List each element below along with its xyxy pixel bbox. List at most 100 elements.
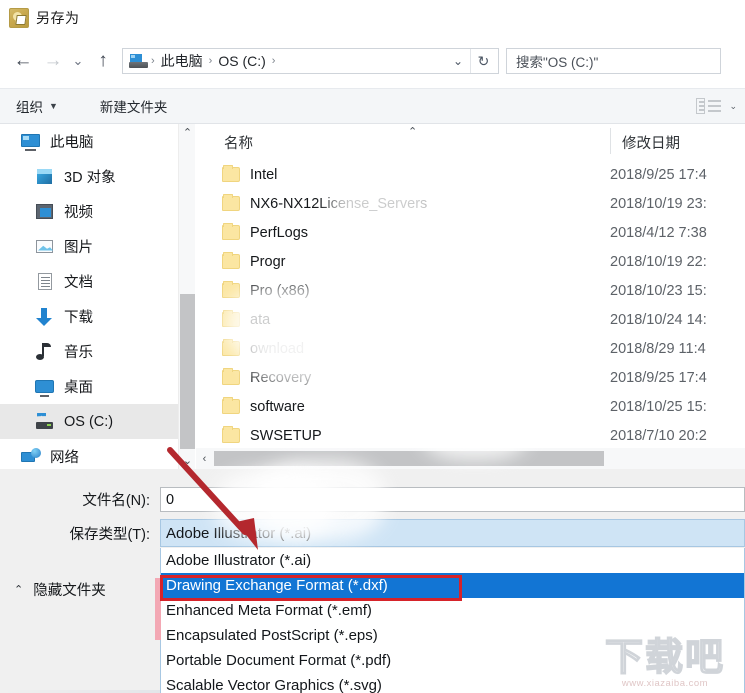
address-bar-controls: ⌄ ↻ <box>446 49 496 73</box>
table-row[interactable]: Pro (x86) 2018/10/23 15: <box>196 276 745 305</box>
dropdown-option-svg[interactable]: Scalable Vector Graphics (*.svg) <box>161 673 744 693</box>
network-icon <box>20 447 42 467</box>
scroll-left-icon[interactable]: ‹ <box>196 453 213 465</box>
dropdown-option-pdf[interactable]: Portable Document Format (*.pdf) <box>161 648 744 673</box>
scrollbar-thumb[interactable] <box>214 451 604 466</box>
sidebar-item-music[interactable]: 音乐 <box>0 334 178 369</box>
sort-ascending-icon: ⌃ <box>408 126 418 138</box>
chevron-down-icon[interactable]: ⌄ <box>729 101 737 112</box>
file-list-pane: 名称 ⌃ 修改日期 Intel 2018/9/25 17:4 NX6-NX12L… <box>196 124 745 469</box>
file-date: 2018/9/25 17:4 <box>610 166 707 183</box>
sidebar-item-label: 文档 <box>64 275 93 291</box>
scrollbar-thumb[interactable] <box>180 294 195 449</box>
sidebar-item-label: 网络 <box>50 450 79 466</box>
file-list-header: 名称 ⌃ 修改日期 <box>196 124 745 160</box>
filename-input[interactable]: 0 <box>160 487 745 512</box>
new-folder-button[interactable]: 新建文件夹 <box>100 96 168 116</box>
sidebar-item-label: 音乐 <box>64 345 93 361</box>
file-name: Recovery <box>250 369 312 386</box>
forward-icon[interactable]: → <box>38 46 68 76</box>
toolbar-right-controls: ⌄ <box>696 98 745 114</box>
column-header-name[interactable]: 名称 <box>196 132 253 153</box>
sidebar-item-downloads[interactable]: 下载 <box>0 299 178 334</box>
table-row[interactable]: NX6-NX12License_Servers 2018/10/19 23: <box>196 189 745 218</box>
filename-row: 文件名(N): 0 <box>0 487 745 512</box>
address-dropdown-icon[interactable]: ⌄ <box>446 49 470 73</box>
sidebar-item-pictures[interactable]: 图片 <box>0 229 178 264</box>
folder-icon <box>222 426 240 443</box>
file-date: 2018/10/19 22: <box>610 253 707 270</box>
file-name: SWSETUP <box>250 427 322 444</box>
table-row[interactable]: Progr 2018/10/19 22: <box>196 247 745 276</box>
up-icon[interactable]: ↑ <box>88 46 118 76</box>
column-header-date[interactable]: 修改日期 <box>610 127 680 154</box>
sidebar-item-network[interactable]: 网络 <box>0 439 178 469</box>
scroll-down-icon[interactable]: ⌄ <box>179 452 196 469</box>
file-date: 2018/8/29 11:4 <box>610 340 706 357</box>
chevron-down-icon: ▼ <box>49 101 58 111</box>
illustrator-icon <box>9 8 29 28</box>
file-date: 2018/10/19 23: <box>610 195 707 212</box>
folder-icon <box>222 165 240 182</box>
folder-icon <box>222 339 240 356</box>
table-row[interactable]: Recovery 2018/9/25 17:4 <box>196 363 745 392</box>
dropdown-option-emf[interactable]: Enhanced Meta Format (*.emf) <box>161 598 744 623</box>
refresh-icon[interactable]: ↻ <box>470 49 496 73</box>
table-row[interactable]: ata 2018/10/24 14: <box>196 305 745 334</box>
chevron-down-icon[interactable]: ⌄ <box>68 46 88 76</box>
documents-icon <box>34 272 56 292</box>
address-bar[interactable]: › 此电脑 › OS (C:) › ⌄ ↻ <box>122 48 499 74</box>
sidebar-item-documents[interactable]: 文档 <box>0 264 178 299</box>
filetype-row: 保存类型(T): Adobe Illustrator (*.ai) <box>0 519 745 547</box>
sidebar-item-desktop[interactable]: 桌面 <box>0 369 178 404</box>
view-mode-icon[interactable] <box>696 98 722 114</box>
hide-folders-label: 隐藏文件夹 <box>33 583 106 599</box>
table-row[interactable]: ownload 2018/8/29 11:4 <box>196 334 745 363</box>
file-name: ata <box>250 311 271 328</box>
filetype-dropdown-list: Adobe Illustrator (*.ai) Drawing Exchang… <box>160 548 745 693</box>
table-row[interactable]: PerfLogs 2018/4/12 7:38 <box>196 218 745 247</box>
breadcrumb-this-pc[interactable]: 此电脑 <box>156 51 208 71</box>
sidebar-item-label: 此电脑 <box>50 135 94 151</box>
videos-icon <box>34 202 56 222</box>
breadcrumb-os-c[interactable]: OS (C:) <box>213 53 270 69</box>
folder-icon <box>222 223 240 240</box>
pictures-icon <box>34 237 56 257</box>
dropdown-option-eps[interactable]: Encapsulated PostScript (*.eps) <box>161 623 744 648</box>
navigation-pane: 此电脑 3D 对象 视频 图片 文档 下载 音乐 桌面 OS (C:) 网络 <box>0 124 178 469</box>
folder-icon <box>222 194 240 211</box>
table-row[interactable]: software 2018/10/25 15: <box>196 392 745 421</box>
sidebar-item-label: 视频 <box>64 205 93 221</box>
file-name: Pro (x86) <box>250 282 310 299</box>
navigation-scrollbar[interactable]: ⌃ ⌄ <box>178 124 195 469</box>
table-row[interactable]: Intel 2018/9/25 17:4 <box>196 160 745 189</box>
3d-objects-icon <box>34 167 56 187</box>
downloads-icon <box>34 307 56 327</box>
drive-icon <box>34 412 56 432</box>
back-icon[interactable]: ← <box>8 46 38 76</box>
sidebar-item-videos[interactable]: 视频 <box>0 194 178 229</box>
horizontal-scrollbar[interactable]: ‹ <box>196 448 745 469</box>
hide-folders-toggle[interactable]: ⌃ 隐藏文件夹 <box>14 579 106 600</box>
save-as-dialog: 另存为 ← → ⌄ ↑ › 此电脑 › OS (C:) › ⌄ ↻ 搜索"OS … <box>0 0 745 693</box>
command-toolbar: 组织 ▼ 新建文件夹 ⌄ <box>0 88 745 124</box>
sidebar-item-this-pc[interactable]: 此电脑 <box>0 124 178 159</box>
dropdown-option-ai[interactable]: Adobe Illustrator (*.ai) <box>161 548 744 573</box>
file-name: Intel <box>250 166 278 183</box>
organize-button[interactable]: 组织 ▼ <box>16 96 58 116</box>
sidebar-item-os-c[interactable]: OS (C:) <box>0 404 178 439</box>
sidebar-item-label: OS (C:) <box>64 413 114 430</box>
scroll-up-icon[interactable]: ⌃ <box>179 124 196 141</box>
file-date: 2018/7/10 20:2 <box>610 427 707 444</box>
filetype-combobox[interactable]: Adobe Illustrator (*.ai) <box>160 519 745 547</box>
organize-label: 组织 <box>16 100 43 115</box>
filename-label: 文件名(N): <box>82 493 150 509</box>
title-bar: 另存为 <box>0 0 745 36</box>
search-input[interactable]: 搜索"OS (C:)" <box>506 48 721 74</box>
annotation-highlight-box <box>160 575 462 601</box>
table-row[interactable]: SWSETUP 2018/7/10 20:2 <box>196 421 745 450</box>
folder-icon <box>222 310 240 327</box>
file-name: ownload <box>250 340 305 357</box>
file-date: 2018/9/25 17:4 <box>610 369 707 386</box>
sidebar-item-3d-objects[interactable]: 3D 对象 <box>0 159 178 194</box>
